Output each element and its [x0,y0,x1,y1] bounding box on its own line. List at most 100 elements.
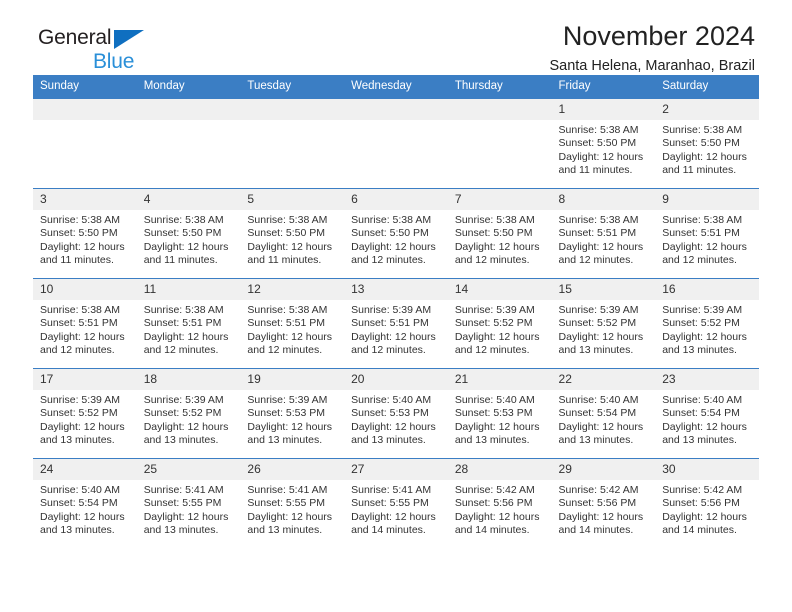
calendar-day-cell[interactable]: 26 Sunrise: 5:41 AM Sunset: 5:55 PM Dayligh… [240,458,345,548]
calendar-day-cell[interactable]: 6 Sunrise: 5:38 AM Sunset: 5:50 PM Daylight… [344,188,448,279]
daylight-text: Daylight: 12 hours and 13 minutes. [40,420,125,447]
calendar-day-cell[interactable]: 24 Sunrise: 5:40 AM Sunset: 5:54 PM Dayligh… [33,458,137,548]
day-details: Sunrise: 5:42 AM Sunset: 5:56 PM Daylight:… [448,480,552,538]
day-number [33,99,137,120]
day-number: 20 [344,369,448,390]
day-details: Sunrise: 5:38 AM Sunset: 5:50 PM Daylight:… [33,210,137,268]
daylight-text: Daylight: 12 hours and 12 minutes. [454,330,540,357]
sunset-text: Sunset: 5:51 PM [40,317,118,330]
calendar-day-cell[interactable]: 20 Sunrise: 5:40 AM Sunset: 5:53 PM Dayligh… [344,368,448,459]
calendar-day-cell[interactable]: 11 Sunrise: 5:38 AM Sunset: 5:51 PM Dayligh… [136,278,241,369]
calendar-day-cell[interactable]: 27 Sunrise: 5:41 AM Sunset: 5:55 PM Dayligh… [344,458,448,548]
general-blue-logo[interactable]: General Blue [38,26,144,73]
daylight-text: Daylight: 12 hours and 13 minutes. [247,420,333,447]
day-number: 11 [136,279,241,300]
sunset-text: Sunset: 5:51 PM [558,227,637,240]
logo-text-blue: Blue [93,50,135,73]
sunrise-text: Sunrise: 5:38 AM [351,214,432,226]
calendar-day-cell[interactable]: 9 Sunrise: 5:38 AM Sunset: 5:51 PM Daylight… [655,188,759,279]
calendar-day-cell[interactable]: 21 Sunrise: 5:40 AM Sunset: 5:53 PM Dayligh… [447,368,552,459]
day-number: 7 [447,189,552,210]
sunset-text: Sunset: 5:50 PM [351,227,429,240]
day-number: 16 [655,279,759,300]
daylight-text: Daylight: 12 hours and 14 minutes. [662,510,747,537]
calendar-day-cell[interactable]: 8 Sunrise: 5:38 AM Sunset: 5:51 PM Daylight… [551,188,656,279]
day-number: 18 [136,369,241,390]
daylight-text: Daylight: 12 hours and 12 minutes. [662,240,747,267]
calendar-day-cell[interactable]: 17 Sunrise: 5:39 AM Sunset: 5:52 PM Dayligh… [33,368,137,459]
day-details: Sunrise: 5:38 AM Sunset: 5:51 PM Daylight:… [552,210,656,268]
weekday-header-thursday: Thursday [447,75,552,99]
day-details: Sunrise: 5:39 AM Sunset: 5:52 PM Daylight:… [448,300,552,358]
sunset-text: Sunset: 5:51 PM [662,227,740,240]
page-subtitle: Santa Helena, Maranhao, Brazil [549,57,755,74]
sunrise-text: Sunrise: 5:38 AM [40,304,120,316]
calendar-day-cell[interactable]: 2 Sunrise: 5:38 AM Sunset: 5:50 PM Daylight… [655,98,759,189]
day-number [447,99,552,120]
sunset-text: Sunset: 5:56 PM [454,497,533,510]
day-number: 12 [240,279,345,300]
daylight-text: Daylight: 12 hours and 11 minutes. [662,150,747,177]
calendar-day-cell[interactable]: 14 Sunrise: 5:39 AM Sunset: 5:52 PM Dayligh… [447,278,552,369]
calendar-week-row: 3 Sunrise: 5:38 AM Sunset: 5:50 PM Daylight… [33,188,759,279]
calendar-day-cell[interactable]: 13 Sunrise: 5:39 AM Sunset: 5:51 PM Dayligh… [344,278,448,369]
calendar-day-cell[interactable]: 3 Sunrise: 5:38 AM Sunset: 5:50 PM Daylight… [33,188,137,279]
calendar-day-cell[interactable]: 25 Sunrise: 5:41 AM Sunset: 5:55 PM Dayligh… [136,458,241,548]
calendar-day-cell[interactable]: 1 Sunrise: 5:38 AM Sunset: 5:50 PM Daylight… [551,98,656,189]
sunrise-text: Sunrise: 5:38 AM [454,214,535,226]
daylight-text: Daylight: 12 hours and 14 minutes. [454,510,540,537]
calendar-day-cell[interactable]: 19 Sunrise: 5:39 AM Sunset: 5:53 PM Dayligh… [240,368,345,459]
sunrise-text: Sunrise: 5:39 AM [662,304,743,316]
calendar-day-cell[interactable]: 30 Sunrise: 5:42 AM Sunset: 5:56 PM Dayligh… [655,458,759,548]
weekday-header-sunday: Sunday [33,75,137,99]
day-details: Sunrise: 5:39 AM Sunset: 5:52 PM Daylight:… [655,300,759,358]
sunrise-text: Sunrise: 5:38 AM [662,214,743,226]
daylight-text: Daylight: 12 hours and 11 minutes. [247,240,333,267]
calendar-body: 1 Sunrise: 5:38 AM Sunset: 5:50 PM Daylight… [33,98,759,548]
day-details: Sunrise: 5:39 AM Sunset: 5:52 PM Daylight:… [137,390,241,448]
day-number [136,99,241,120]
sunset-text: Sunset: 5:52 PM [662,317,740,330]
sunset-text: Sunset: 5:50 PM [247,227,326,240]
day-details: Sunrise: 5:38 AM Sunset: 5:50 PM Daylight:… [137,210,241,268]
sunset-text: Sunset: 5:54 PM [40,497,118,510]
sunset-text: Sunset: 5:51 PM [247,317,326,330]
calendar-day-cell[interactable]: 29 Sunrise: 5:42 AM Sunset: 5:56 PM Dayligh… [551,458,656,548]
day-number: 28 [447,459,552,480]
day-details: Sunrise: 5:38 AM Sunset: 5:50 PM Daylight:… [448,210,552,268]
day-details: Sunrise: 5:40 AM Sunset: 5:53 PM Daylight:… [344,390,448,448]
calendar-day-cell[interactable]: 4 Sunrise: 5:38 AM Sunset: 5:50 PM Daylight… [136,188,241,279]
sunrise-text: Sunrise: 5:38 AM [40,214,120,226]
calendar-day-cell[interactable]: 18 Sunrise: 5:39 AM Sunset: 5:52 PM Dayligh… [136,368,241,459]
sunrise-text: Sunrise: 5:42 AM [558,484,639,496]
day-number: 8 [551,189,656,210]
sunset-text: Sunset: 5:52 PM [454,317,533,330]
sunset-text: Sunset: 5:53 PM [351,407,429,420]
sunrise-text: Sunrise: 5:41 AM [143,484,224,496]
title-block: November 2024 Santa Helena, Maranhao, Br… [549,21,755,75]
sunrise-text: Sunrise: 5:39 AM [143,394,224,406]
calendar-day-cell-empty [344,98,448,189]
calendar-day-cell[interactable]: 10 Sunrise: 5:38 AM Sunset: 5:51 PM Dayligh… [33,278,137,369]
calendar-day-cell[interactable]: 22 Sunrise: 5:40 AM Sunset: 5:54 PM Dayligh… [551,368,656,459]
calendar-day-cell[interactable]: 15 Sunrise: 5:39 AM Sunset: 5:52 PM Dayligh… [551,278,656,369]
day-details: Sunrise: 5:40 AM Sunset: 5:54 PM Daylight:… [655,390,759,448]
sunset-text: Sunset: 5:56 PM [558,497,637,510]
calendar-day-cell[interactable]: 16 Sunrise: 5:39 AM Sunset: 5:52 PM Dayligh… [655,278,759,369]
day-number: 19 [240,369,345,390]
calendar-day-cell[interactable]: 23 Sunrise: 5:40 AM Sunset: 5:54 PM Dayligh… [655,368,759,459]
day-number: 13 [344,279,448,300]
day-number: 29 [551,459,656,480]
day-number: 9 [655,189,759,210]
sunrise-text: Sunrise: 5:38 AM [558,214,639,226]
calendar-day-cell[interactable]: 12 Sunrise: 5:38 AM Sunset: 5:51 PM Dayligh… [240,278,345,369]
sunset-text: Sunset: 5:56 PM [662,497,740,510]
daylight-text: Daylight: 12 hours and 13 minutes. [662,330,747,357]
calendar-day-cell[interactable]: 7 Sunrise: 5:38 AM Sunset: 5:50 PM Daylight… [447,188,552,279]
day-details: Sunrise: 5:38 AM Sunset: 5:50 PM Daylight:… [344,210,448,268]
calendar-day-cell[interactable]: 5 Sunrise: 5:38 AM Sunset: 5:50 PM Daylight… [240,188,345,279]
calendar-day-cell[interactable]: 28 Sunrise: 5:42 AM Sunset: 5:56 PM Dayligh… [447,458,552,548]
logo-text-general-label: General [38,26,112,49]
day-details: Sunrise: 5:40 AM Sunset: 5:53 PM Daylight:… [448,390,552,448]
sunrise-text: Sunrise: 5:40 AM [558,394,639,406]
